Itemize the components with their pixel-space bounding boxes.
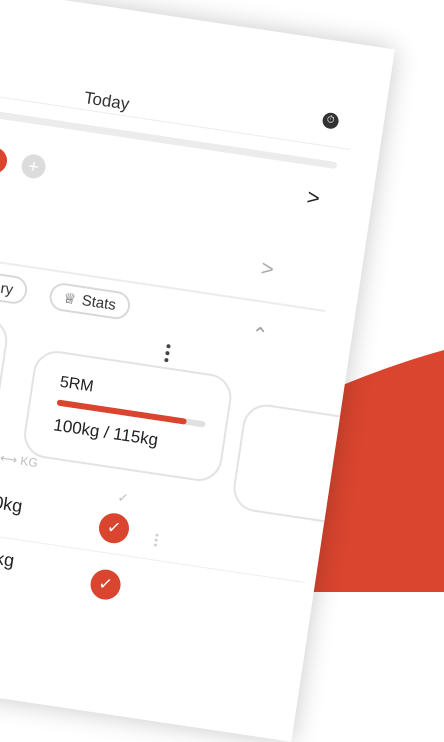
chevron-right-icon[interactable]: > bbox=[259, 255, 275, 282]
history-button[interactable]: ▦ History bbox=[0, 264, 29, 306]
phone-screen: Today ⏱ > ✓ ✓ + > ▦ History ♕ Stats ⌃ 25… bbox=[0, 0, 395, 742]
stats-button[interactable]: ♕ Stats bbox=[47, 281, 132, 321]
set-complete-icon[interactable]: ✓ bbox=[88, 567, 123, 602]
set-weight[interactable]: 100kg bbox=[0, 489, 24, 517]
set-complete-icon[interactable]: ✓ bbox=[96, 511, 132, 546]
record-title: 5RM bbox=[58, 373, 95, 396]
chevron-right-icon[interactable]: > bbox=[305, 184, 321, 211]
dumbbell-icon: ⟷ bbox=[0, 450, 19, 468]
workout-progress-track bbox=[0, 104, 338, 170]
set-options-icon[interactable] bbox=[153, 531, 159, 548]
record-weight: 100kg / 115kg bbox=[52, 415, 160, 450]
row-divider bbox=[0, 519, 306, 584]
history-label: History bbox=[0, 274, 15, 299]
more-options-icon[interactable] bbox=[164, 341, 173, 366]
set-weight[interactable]: 100kg bbox=[0, 544, 16, 572]
set-complete-icon[interactable]: ✓ bbox=[0, 145, 9, 176]
record-card-5rm[interactable]: 5RM 100kg / 115kg bbox=[20, 347, 235, 485]
stats-label: Stats bbox=[80, 291, 118, 314]
record-card[interactable]: 25kg bbox=[0, 294, 11, 428]
chevron-up-icon[interactable]: ⌃ bbox=[249, 322, 270, 349]
trophy-icon: ♕ bbox=[62, 288, 78, 307]
done-column-header: ✓ bbox=[116, 489, 130, 506]
stopwatch-icon[interactable]: ⏱ bbox=[321, 111, 340, 130]
add-set-icon[interactable]: + bbox=[19, 152, 48, 181]
section-divider bbox=[0, 250, 326, 313]
